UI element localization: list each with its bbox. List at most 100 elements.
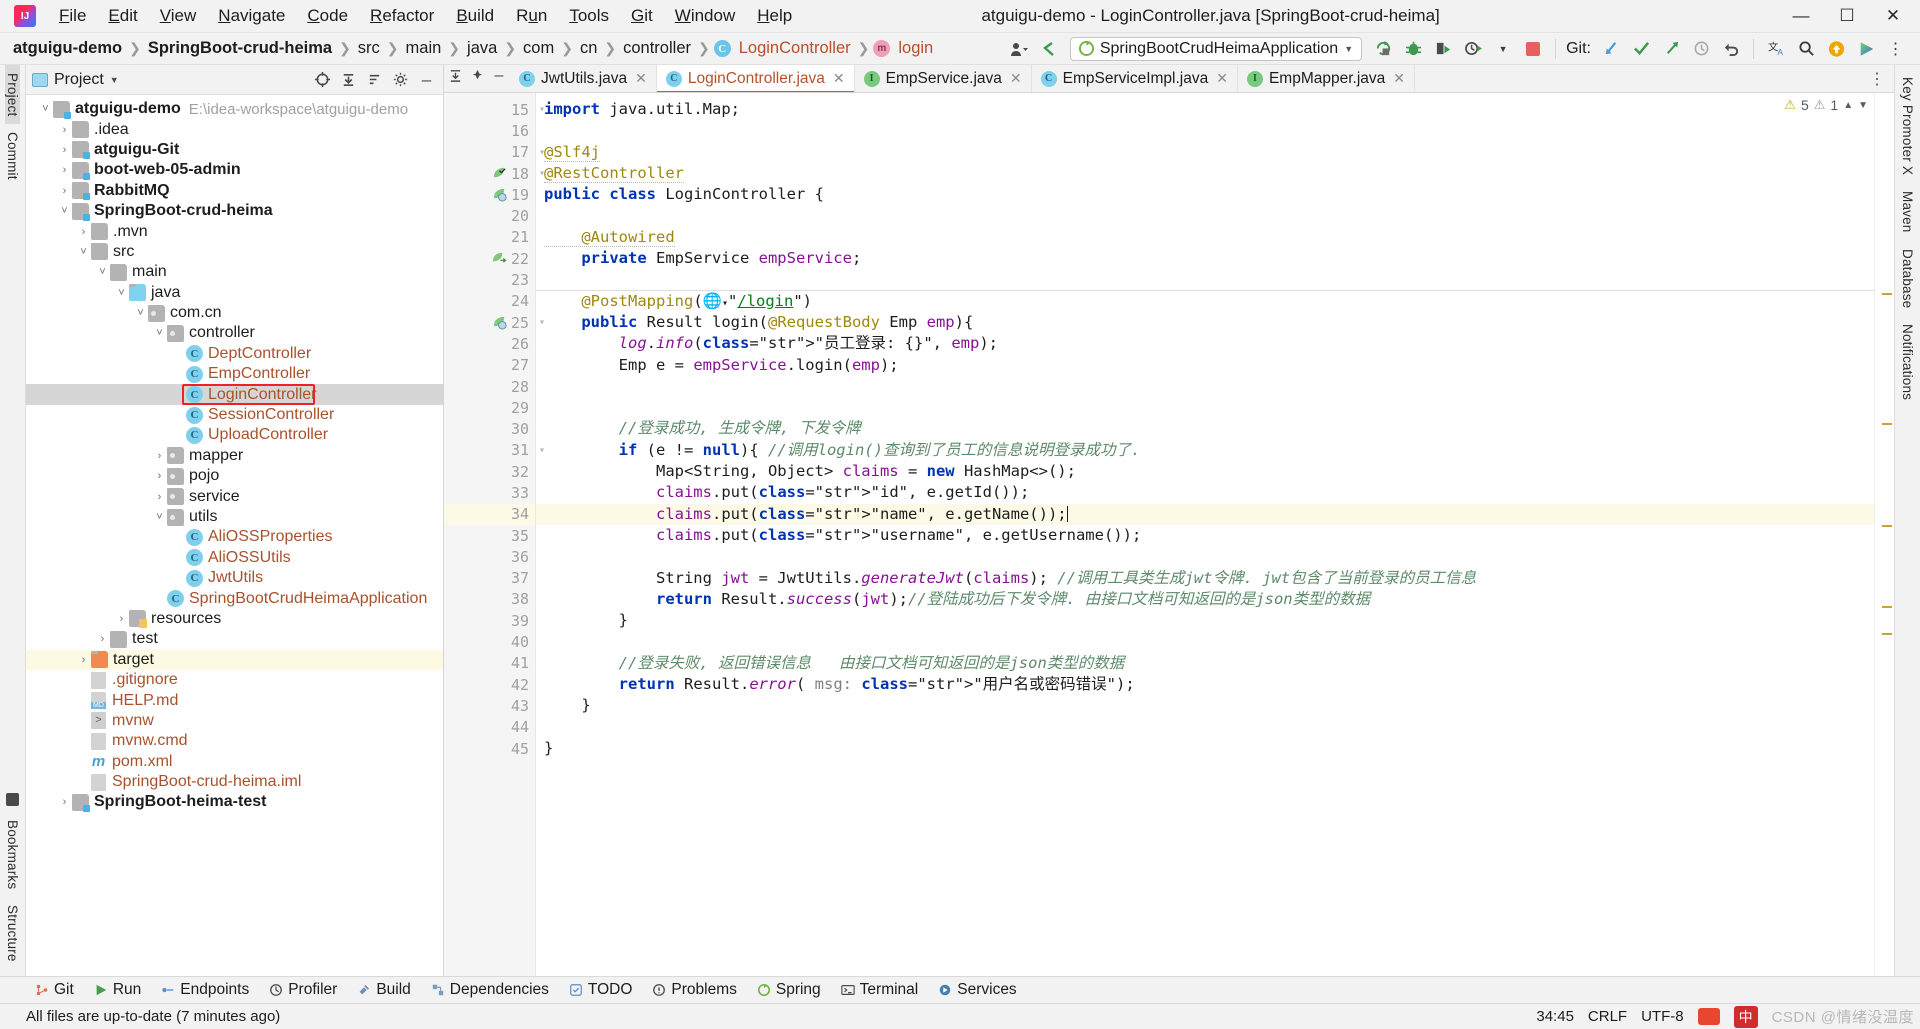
chevron-right-icon[interactable]: › — [76, 226, 91, 238]
gutter-line-16[interactable]: 16 — [444, 120, 535, 141]
chevron-right-icon[interactable]: › — [57, 185, 72, 197]
run-configuration-selector[interactable]: SpringBootCrudHeimaApplication ▼ — [1069, 36, 1363, 61]
tree-item-boot-web-05-admin[interactable]: › boot-web-05-admin — [26, 160, 443, 180]
back-arrow-icon[interactable] — [1035, 36, 1063, 62]
menu-window[interactable]: Window — [664, 3, 746, 29]
tool-window-git[interactable]: Git — [26, 979, 83, 1001]
close-icon[interactable]: ✕ — [635, 70, 647, 87]
menu-code[interactable]: Code — [296, 3, 359, 29]
chevron-down-icon[interactable]: ˅ — [57, 205, 72, 217]
tool-window-terminal[interactable]: Terminal — [832, 979, 928, 1001]
tree-item-springboot-crud-heima[interactable]: ˅ SpringBoot-crud-heima — [26, 201, 443, 221]
project-file-tree[interactable]: ˅ atguigu-demo E:\idea-workspace\atguigu-d… — [26, 95, 443, 976]
gutter-line-22[interactable]: 22 — [444, 248, 535, 269]
code-line-26[interactable]: log.info(class="str">"员工登录: {}", emp); — [536, 333, 1894, 354]
menu-build[interactable]: Build — [445, 3, 505, 29]
code-line-23[interactable] — [536, 269, 1894, 290]
code-line-16[interactable] — [536, 120, 1894, 141]
maximize-button[interactable]: ☐ — [1824, 0, 1870, 33]
editor-tab-empmapper[interactable]: I EmpMapper.java ✕ — [1237, 65, 1416, 92]
gutter-line-28[interactable]: 28 — [444, 376, 535, 397]
gutter-line-32[interactable]: 32 — [444, 461, 535, 482]
expand-icon[interactable] — [444, 65, 466, 86]
code-line-45[interactable]: } — [536, 738, 1894, 759]
rerun-icon[interactable] — [1369, 36, 1397, 62]
chevron-down-icon[interactable]: ˅ — [95, 266, 110, 278]
ime-indicator[interactable]: 中 — [1733, 1005, 1758, 1028]
close-icon[interactable]: ✕ — [1393, 70, 1405, 87]
rail-tab-key-promoter-x[interactable]: Key Promoter X — [1900, 69, 1915, 183]
git-update-icon[interactable] — [1597, 36, 1625, 62]
chevron-right-icon[interactable]: › — [57, 144, 72, 156]
code-line-25[interactable]: public Result login(@RequestBody Emp emp… — [536, 312, 1894, 333]
tree-item-com-cn[interactable]: ˅ com.cn — [26, 303, 443, 323]
code-line-28[interactable] — [536, 376, 1894, 397]
stop-icon[interactable] — [1519, 36, 1547, 62]
tree-item-atguigu-demo[interactable]: ˅ atguigu-demo E:\idea-workspace\atguigu-d… — [26, 99, 443, 119]
breadcrumb-logincontroller[interactable]: LoginController — [736, 37, 854, 60]
spring-bean-check-icon[interactable] — [492, 166, 507, 181]
spring-bean-autowire-icon[interactable] — [492, 251, 507, 266]
gutter-line-17[interactable]: 17 ▾ — [444, 142, 545, 163]
sogou-ime-icon[interactable] — [1697, 1008, 1720, 1025]
menu-view[interactable]: View — [149, 3, 208, 29]
play-colored-icon[interactable] — [1852, 36, 1880, 62]
gutter-line-21[interactable]: 21 — [444, 227, 535, 248]
hide-tabs-icon[interactable]: – — [488, 65, 510, 86]
code-line-24[interactable]: @PostMapping(🌐▾"/login") — [536, 289, 1894, 312]
more-options-icon[interactable]: ⋮ — [1882, 36, 1910, 62]
tree-item-pom-xml[interactable]: m pom.xml — [26, 752, 443, 772]
tree-item-aliossutils[interactable]: C AliOSSUtils — [26, 548, 443, 568]
tree-item-mapper[interactable]: › mapper — [26, 446, 443, 466]
code-line-37[interactable]: String jwt = JwtUtils.generateJwt(claims… — [536, 568, 1894, 589]
tool-window-services[interactable]: Services — [929, 979, 1025, 1001]
gutter-line-33[interactable]: 33 — [444, 482, 535, 503]
run-with-coverage-icon[interactable] — [1429, 36, 1457, 62]
tool-window-dependencies[interactable]: Dependencies — [422, 979, 558, 1001]
tool-window-profiler[interactable]: Profiler — [260, 979, 346, 1001]
chevron-down-icon[interactable]: ˅ — [152, 511, 167, 523]
search-icon[interactable] — [1792, 36, 1820, 62]
tree-item-jwtutils[interactable]: C JwtUtils — [26, 568, 443, 588]
gear-icon[interactable] — [390, 69, 411, 90]
chevron-down-icon[interactable]: ▼ — [1858, 100, 1868, 111]
gutter-line-18[interactable]: 18 ▾ — [444, 163, 545, 184]
tree-item-pojo[interactable]: › pojo — [26, 466, 443, 486]
code-line-30[interactable]: //登录成功, 生成令牌, 下发令牌 — [536, 418, 1894, 439]
gutter-line-30[interactable]: 30 — [444, 418, 535, 439]
gutter-line-15[interactable]: 15 ▾ — [444, 99, 545, 120]
translate-icon[interactable]: 文A — [1762, 36, 1790, 62]
chevron-down-icon[interactable]: ▼ — [1489, 36, 1517, 62]
chevron-down-icon[interactable]: ˅ — [114, 287, 129, 299]
tree-item-atguigu-git[interactable]: › atguigu-Git — [26, 140, 443, 160]
hide-panel-icon[interactable]: – — [416, 69, 437, 90]
menu-run[interactable]: Run — [505, 3, 558, 29]
gutter-line-19[interactable]: 19 — [444, 184, 535, 205]
editor-code[interactable]: import java.util.Map; @Slf4j @RestControll… — [536, 93, 1894, 976]
gutter-line-39[interactable]: 39 — [444, 610, 535, 631]
code-line-17[interactable]: @Slf4j — [536, 142, 1894, 163]
sort-icon[interactable] — [364, 69, 385, 90]
gutter-line-29[interactable]: 29 — [444, 397, 535, 418]
tree-item-idea[interactable]: › .idea — [26, 119, 443, 139]
chevron-down-icon[interactable]: ˅ — [133, 307, 148, 319]
editor-tab-empservice[interactable]: I EmpService.java ✕ — [854, 65, 1032, 92]
spring-bean-icon[interactable] — [492, 315, 507, 330]
bookmarks-icon[interactable] — [6, 793, 19, 807]
rail-tab-maven[interactable]: Maven — [1900, 183, 1915, 241]
code-line-15[interactable]: import java.util.Map; — [536, 99, 1894, 120]
code-line-38[interactable]: return Result.success(jwt);//登陆成功后下发令牌. … — [536, 589, 1894, 610]
tree-item-empcontroller[interactable]: C EmpController — [26, 364, 443, 384]
gutter-line-34[interactable]: 34 — [444, 503, 535, 525]
chevron-right-icon[interactable]: › — [152, 491, 167, 503]
chevron-right-icon[interactable]: › — [152, 470, 167, 482]
chevron-down-icon[interactable]: ˅ — [76, 246, 91, 258]
editor-tabs-overflow[interactable]: ⋮ — [1861, 65, 1894, 92]
tree-item-gitignore[interactable]: .gitignore — [26, 670, 443, 690]
line-separator[interactable]: CRLF — [1588, 1008, 1627, 1025]
code-line-20[interactable] — [536, 205, 1894, 226]
tree-item-mvnw[interactable]: > mvnw — [26, 711, 443, 731]
tool-window-problems[interactable]: Problems — [643, 979, 745, 1001]
rail-tab-commit[interactable]: Commit — [5, 124, 20, 188]
tree-item-springbootcrudheimaapplication[interactable]: C SpringBootCrudHeimaApplication — [26, 588, 443, 608]
